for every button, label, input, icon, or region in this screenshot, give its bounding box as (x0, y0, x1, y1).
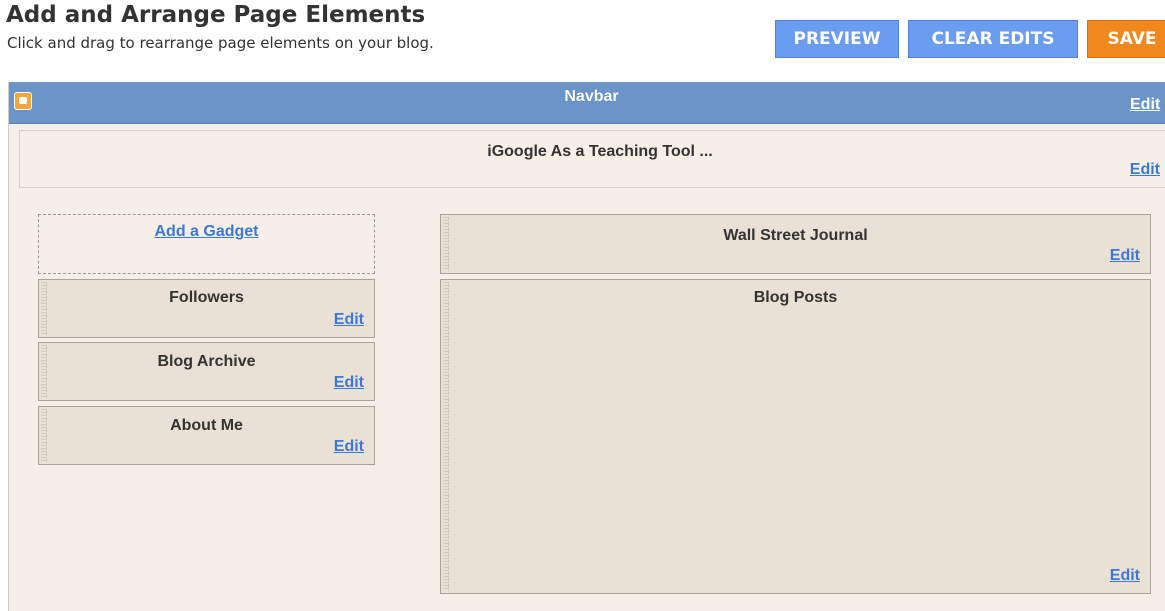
gadget-title: Followers (169, 289, 244, 306)
page-subtitle: Click and drag to rearrange page element… (7, 34, 434, 52)
navbar-title: Navbar (564, 88, 619, 105)
blog-header-edit-link[interactable]: Edit (1130, 161, 1160, 179)
gadget-blog-archive[interactable]: Blog Archive Edit (38, 342, 375, 401)
gadget-edit-link[interactable]: Edit (1110, 247, 1140, 265)
blogger-icon (14, 92, 32, 110)
gadget-title: About Me (170, 417, 243, 434)
gadget-edit-link[interactable]: Edit (334, 311, 364, 329)
gadget-followers[interactable]: Followers Edit (38, 279, 375, 338)
page-title: Add and Arrange Page Elements (6, 2, 426, 28)
blog-header-gadget[interactable]: iGoogle As a Teaching Tool ... Edit (19, 130, 1165, 188)
gadget-title: Wall Street Journal (723, 227, 868, 244)
gadget-edit-link[interactable]: Edit (334, 374, 364, 392)
gadget-title: Blog Posts (753, 289, 838, 306)
clear-edits-button[interactable]: CLEAR EDITS (908, 20, 1078, 58)
gadget-blog-posts[interactable]: Blog Posts Edit (440, 279, 1151, 594)
add-gadget-link[interactable]: Add a Gadget (39, 223, 374, 241)
gadget-wall-street-journal[interactable]: Wall Street Journal Edit (440, 214, 1151, 274)
gadget-edit-link[interactable]: Edit (1110, 567, 1140, 585)
navbar-gadget[interactable]: Navbar (9, 82, 1165, 124)
gadget-about-me[interactable]: About Me Edit (38, 406, 375, 465)
preview-button[interactable]: PREVIEW (775, 20, 899, 58)
add-gadget-box[interactable]: Add a Gadget (38, 214, 375, 274)
save-button[interactable]: SAVE (1087, 20, 1165, 58)
navbar-edit-link[interactable]: Edit (1130, 96, 1160, 114)
blog-header-title: iGoogle As a Teaching Tool ... (487, 143, 713, 160)
gadget-title: Blog Archive (157, 353, 256, 370)
gadget-edit-link[interactable]: Edit (334, 438, 364, 456)
